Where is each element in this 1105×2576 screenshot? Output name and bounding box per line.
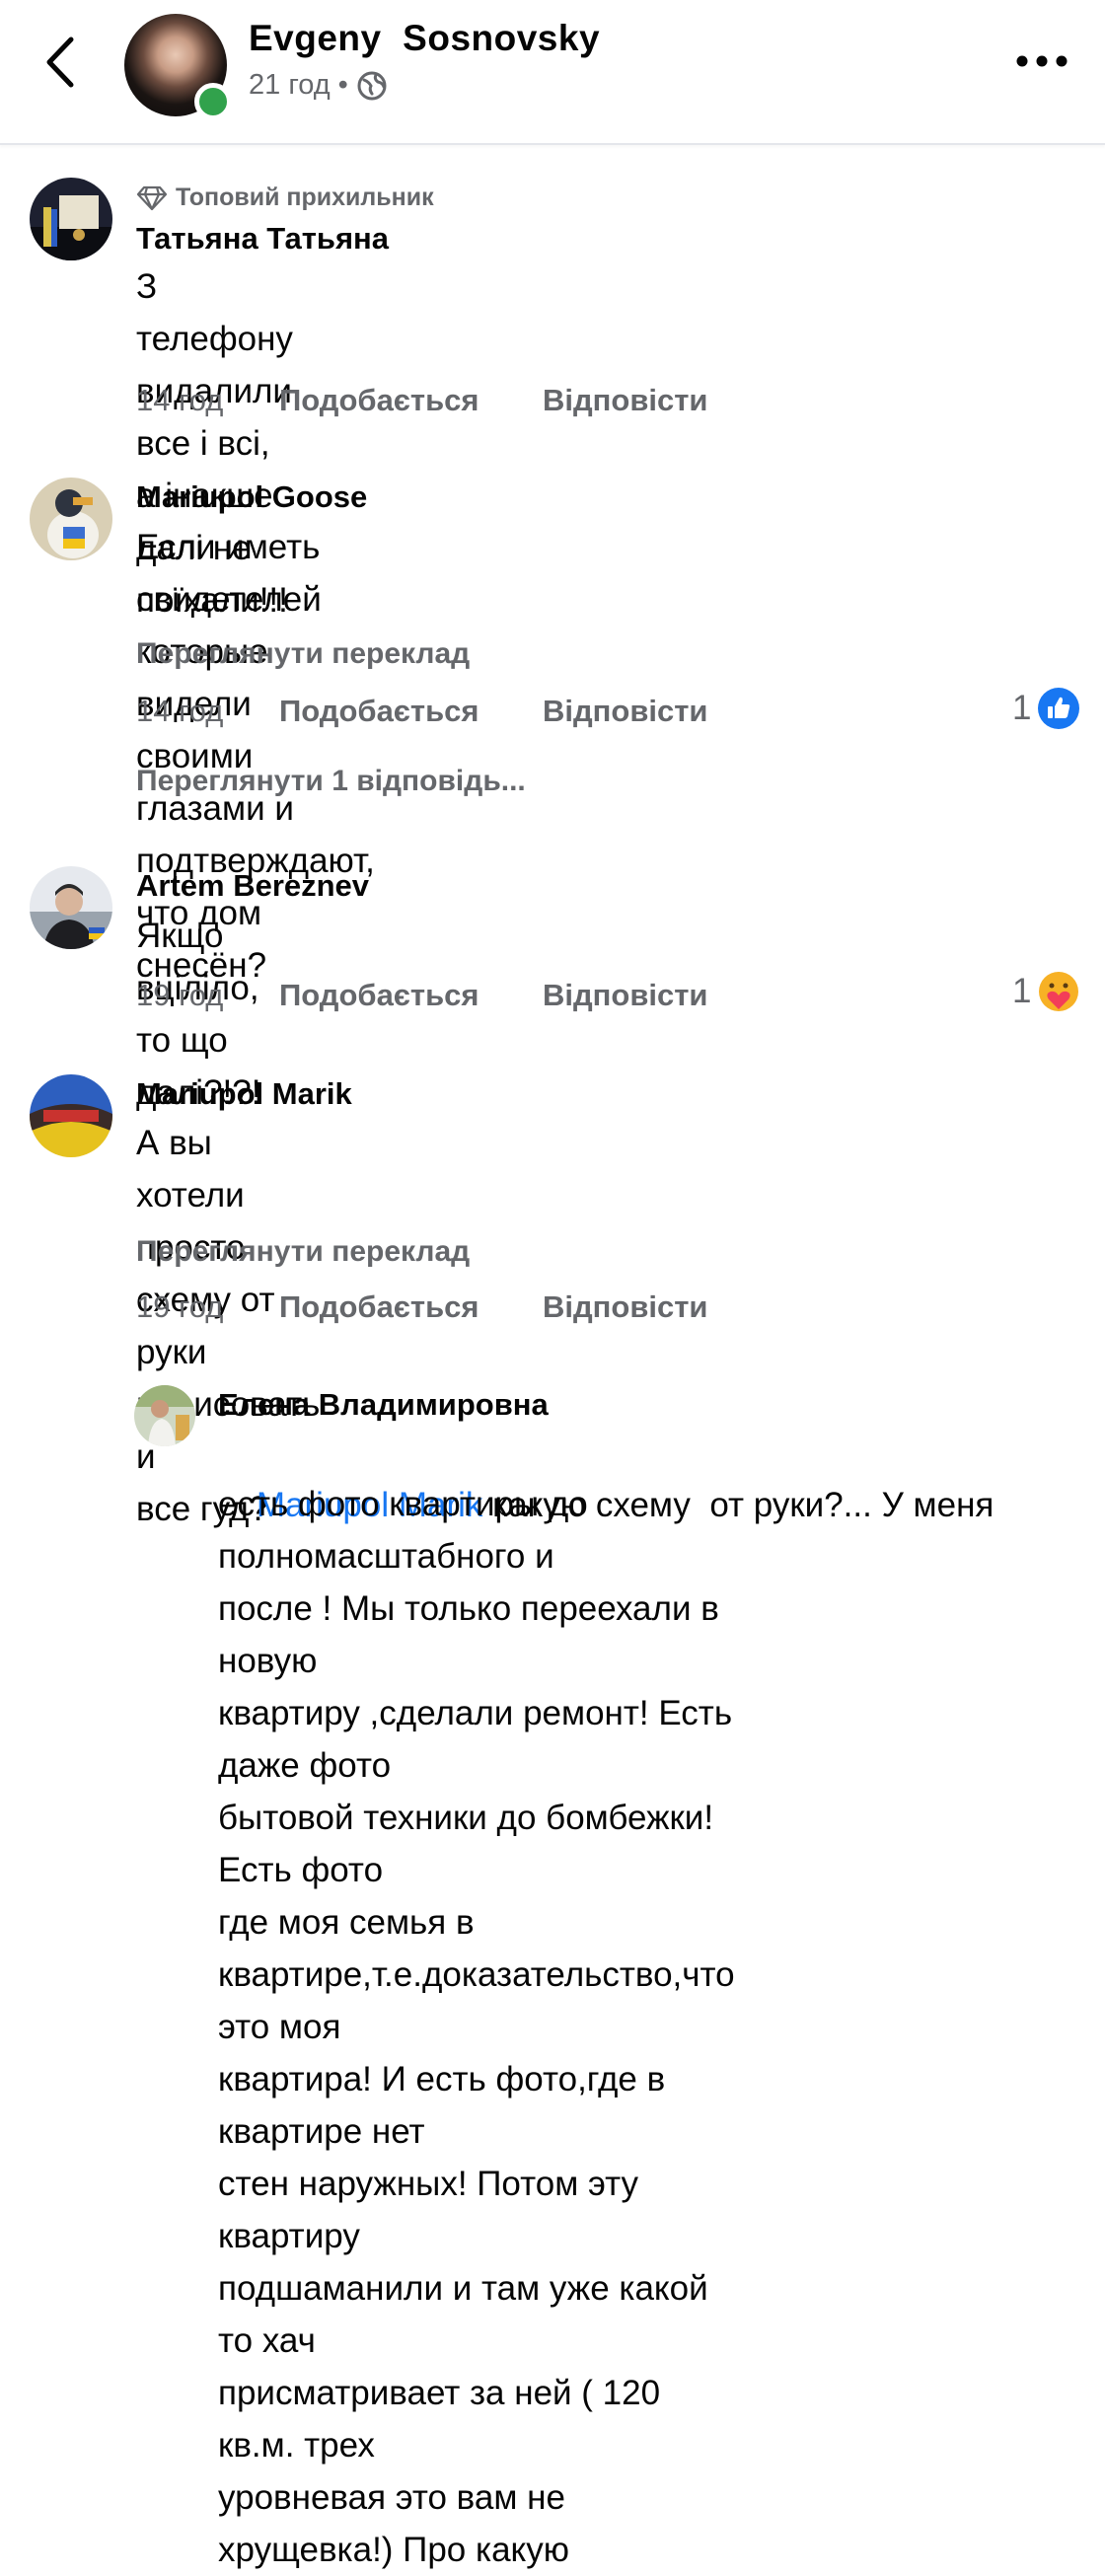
like-button[interactable]: Подобається xyxy=(279,1289,479,1325)
commenter-name[interactable]: Artem Bereznev xyxy=(136,868,369,904)
like-icon xyxy=(1038,688,1080,729)
care-icon xyxy=(1039,972,1079,1011)
reply-button[interactable]: Відповісти xyxy=(543,694,708,729)
avatar-image xyxy=(134,1385,195,1446)
top-fan-badge: Топовий прихильник xyxy=(136,184,434,212)
online-status-dot xyxy=(194,83,232,120)
reply-text-body: есть фото квартиры до полномасштабного и… xyxy=(218,1485,735,2569)
avatar-image xyxy=(30,178,112,260)
like-button[interactable]: Подобається xyxy=(279,978,479,1013)
like-button[interactable]: Подобається xyxy=(279,694,479,729)
meta-separator: • xyxy=(337,69,348,101)
post-time[interactable]: 21 год xyxy=(249,69,331,102)
avatar-image xyxy=(30,866,112,949)
like-button[interactable]: Подобається xyxy=(279,383,479,418)
diamond-icon xyxy=(136,185,168,210)
reply-button[interactable]: Відповісти xyxy=(543,978,708,1013)
chevron-left-icon xyxy=(46,37,74,88)
avatar-image xyxy=(30,478,112,560)
author-avatar[interactable] xyxy=(124,14,232,120)
see-translation-link[interactable]: Переглянути переклад xyxy=(136,1235,470,1269)
author-name[interactable]: Evgeny Sosnovsky xyxy=(249,18,600,59)
avatar[interactable] xyxy=(30,866,112,949)
comment-time[interactable]: 19 год xyxy=(136,978,223,1013)
avatar[interactable] xyxy=(30,178,112,260)
avatar-image xyxy=(30,1074,112,1157)
reaction-count: 1 xyxy=(1012,972,1032,1010)
post-meta: 21 год • xyxy=(249,69,388,102)
avatar[interactable] xyxy=(30,1074,112,1157)
avatar[interactable] xyxy=(134,1385,195,1446)
back-button[interactable] xyxy=(37,28,85,97)
more-horizontal-icon xyxy=(1016,55,1068,67)
badge-label: Топовий прихильник xyxy=(176,184,434,211)
view-replies-link[interactable]: Переглянути 1 відповідь... xyxy=(136,765,526,798)
comment-time[interactable]: 14 год xyxy=(136,383,223,418)
comment-time[interactable]: 19 год xyxy=(136,1289,223,1325)
reaction-count: 1 xyxy=(1012,689,1032,727)
comment-time[interactable]: 14 год xyxy=(136,694,223,729)
reply-button[interactable]: Відповісти xyxy=(543,1289,708,1325)
see-translation-link[interactable]: Переглянути переклад xyxy=(136,637,470,671)
reaction-summary[interactable]: 1 xyxy=(1012,687,1080,730)
commenter-name[interactable]: Татьяна Татьяна xyxy=(136,221,389,257)
reply-button[interactable]: Відповісти xyxy=(543,383,708,418)
avatar[interactable] xyxy=(30,478,112,560)
commenter-name[interactable]: Mariupol Goose xyxy=(136,479,367,515)
globe-icon xyxy=(357,71,387,100)
commenter-name[interactable]: Елена Владимировна xyxy=(218,1387,549,1423)
reaction-summary[interactable]: 1 xyxy=(1012,970,1080,1013)
more-options-button[interactable] xyxy=(1016,49,1068,73)
post-header: Evgeny Sosnovsky 21 год • xyxy=(0,0,1105,145)
commenter-name[interactable]: Mariupol Marik xyxy=(136,1076,352,1112)
